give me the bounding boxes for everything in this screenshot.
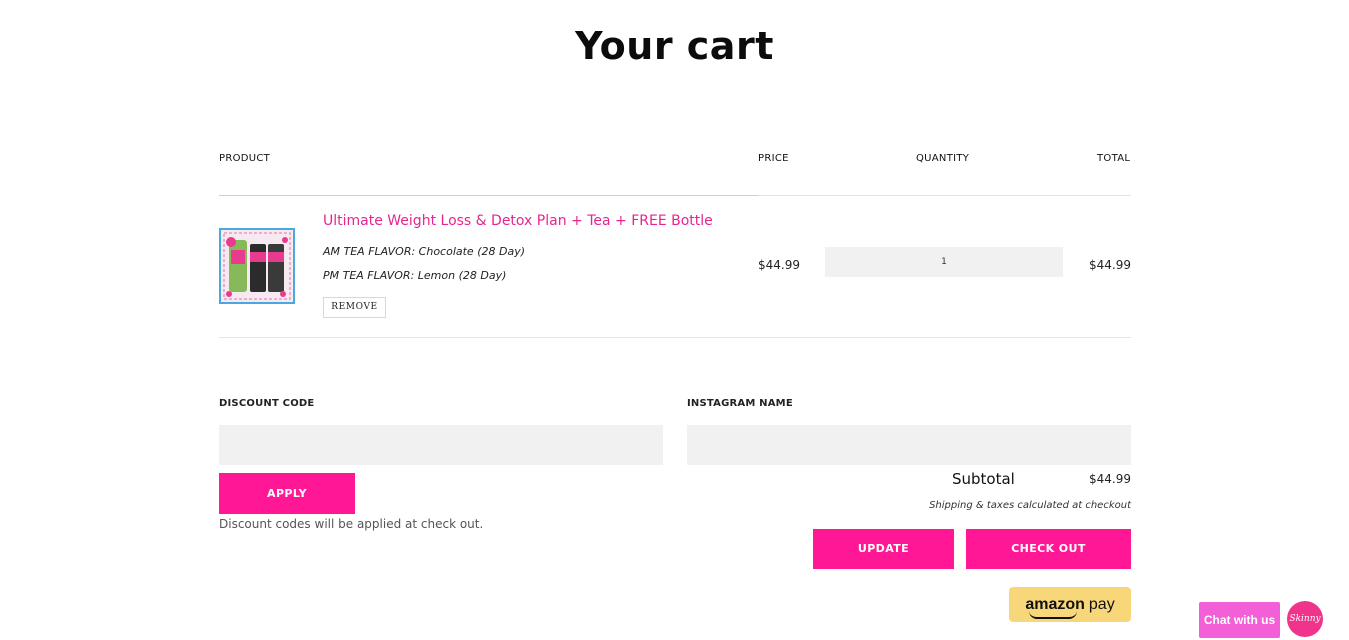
header-product: PRODUCT <box>219 153 271 164</box>
page-title: Your cart <box>575 24 774 68</box>
product-title-link[interactable]: Ultimate Weight Loss & Detox Plan + Tea … <box>323 213 713 229</box>
shipping-note: Shipping & taxes calculated at checkout <box>929 500 1131 511</box>
discount-code-input[interactable] <box>219 425 663 465</box>
product-image <box>221 230 293 302</box>
variant-pm: PM TEA FLAVOR: Lemon (28 Day) <box>323 269 507 282</box>
header-price: PRICE <box>758 153 789 164</box>
subtotal-label: Subtotal <box>952 470 1015 488</box>
chat-avatar-logo[interactable]: Skinny <box>1287 601 1323 637</box>
item-total: $44.99 <box>1089 258 1131 272</box>
header-divider <box>758 195 1131 196</box>
subtotal-value: $44.99 <box>1089 472 1131 486</box>
amazon-pay-button[interactable]: amazon pay <box>1009 587 1131 622</box>
amazon-brand-text: amazon <box>1025 595 1085 613</box>
remove-button[interactable]: REMOVE <box>323 297 386 318</box>
amazon-pay-label: pay <box>1088 595 1115 613</box>
product-thumbnail[interactable] <box>219 228 295 304</box>
amazon-smile-icon <box>1029 611 1078 619</box>
header-quantity: QUANTITY <box>916 153 970 164</box>
apply-button[interactable]: APPLY <box>219 473 355 514</box>
instagram-name-label: INSTAGRAM NAME <box>687 398 793 409</box>
update-button[interactable]: UPDATE <box>813 529 954 569</box>
quantity-input[interactable]: 1 <box>825 247 1063 277</box>
variant-am: AM TEA FLAVOR: Chocolate (28 Day) <box>323 245 525 258</box>
header-divider <box>219 195 758 196</box>
row-divider <box>219 337 1131 338</box>
discount-hint: Discount codes will be applied at check … <box>219 517 484 531</box>
amazon-logo: amazon <box>1025 595 1085 619</box>
checkout-button[interactable]: CHECK OUT <box>966 529 1131 569</box>
header-total: TOTAL <box>1097 153 1131 164</box>
item-price: $44.99 <box>758 258 800 272</box>
chat-with-us-button[interactable]: Chat with us <box>1199 602 1280 638</box>
instagram-name-input[interactable] <box>687 425 1131 465</box>
discount-code-label: DISCOUNT CODE <box>219 398 315 409</box>
